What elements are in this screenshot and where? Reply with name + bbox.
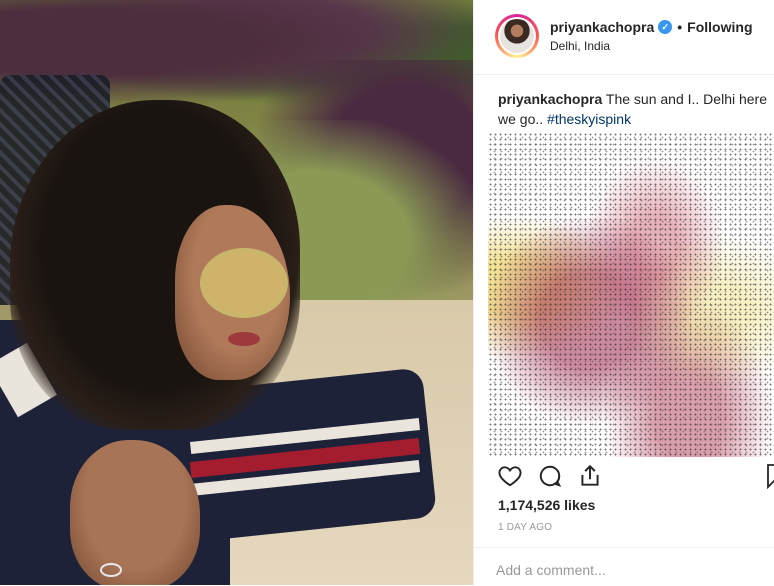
share-icon[interactable]	[576, 462, 604, 490]
comments-list[interactable]	[488, 132, 774, 457]
post-timestamp[interactable]: 1 DAY AGO	[498, 522, 552, 533]
caption-username[interactable]: priyankachopra	[498, 91, 602, 107]
username-row: priyankachopra ✓ • Following	[550, 19, 753, 35]
photo-hand	[70, 440, 200, 585]
avatar-image	[500, 19, 534, 53]
comment-box	[474, 547, 774, 586]
avatar[interactable]	[495, 14, 539, 58]
post-header: priyankachopra ✓ • Following Delhi, Indi…	[474, 0, 774, 75]
following-button[interactable]: Following	[687, 19, 752, 35]
verified-badge-icon: ✓	[658, 20, 673, 34]
comments-noise	[488, 132, 774, 457]
username-link[interactable]: priyankachopra	[550, 19, 654, 35]
action-bar	[496, 462, 774, 492]
photo-sunglasses	[200, 248, 288, 318]
comment-bubble-icon[interactable]	[536, 462, 564, 490]
post-caption: priyankachopra The sun and I.. Delhi her…	[498, 89, 768, 129]
post-photo[interactable]	[0, 0, 473, 585]
post-side-panel: priyankachopra ✓ • Following Delhi, Indi…	[473, 0, 774, 585]
separator-dot: •	[677, 19, 683, 35]
location-link[interactable]: Delhi, India	[550, 39, 610, 53]
photo-ring	[100, 563, 122, 577]
bookmark-icon[interactable]	[766, 462, 774, 490]
heart-icon[interactable]	[496, 462, 524, 490]
add-comment-input[interactable]	[496, 560, 756, 580]
caption-hashtag[interactable]: #theskyispink	[547, 111, 631, 127]
likes-count[interactable]: 1,174,526 likes	[498, 497, 595, 513]
photo-lips	[228, 332, 260, 346]
